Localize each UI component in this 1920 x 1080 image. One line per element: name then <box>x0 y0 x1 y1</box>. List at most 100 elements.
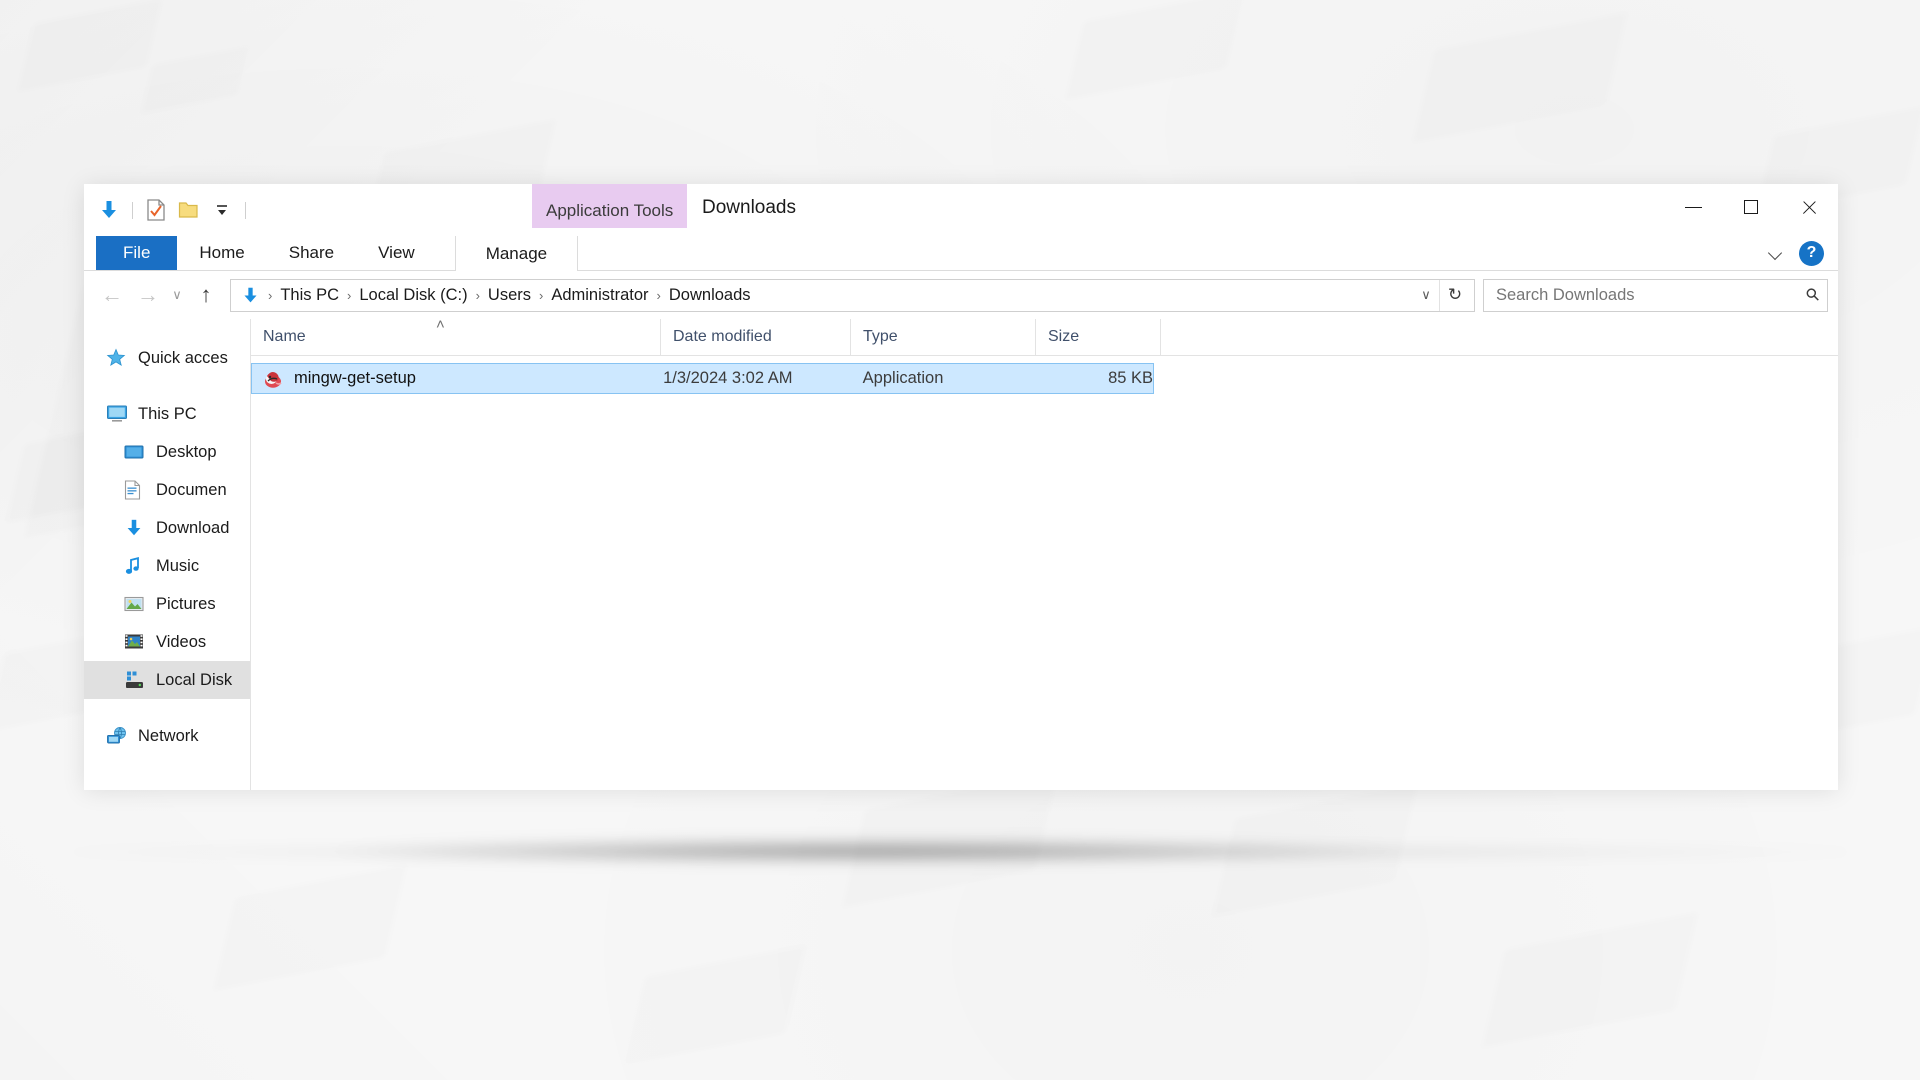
sidebar-item-label: Download <box>156 518 230 537</box>
close-button[interactable] <box>1780 184 1838 230</box>
maximize-button[interactable] <box>1722 184 1780 230</box>
help-button[interactable]: ? <box>1799 240 1824 266</box>
ribbon-tabs: File Home Share View Manage <box>96 236 579 271</box>
breadcrumb-separator-4[interactable]: › <box>654 288 664 303</box>
window-drop-shadow <box>330 838 1390 864</box>
refresh-button[interactable]: ↻ <box>1439 279 1470 311</box>
breadcrumb-item-downloads[interactable]: Downloads <box>664 286 756 305</box>
minimize-button[interactable] <box>1664 184 1722 230</box>
sidebar-item-desktop[interactable]: Desktop <box>84 433 250 471</box>
breadcrumb-item-administrator[interactable]: Administrator <box>546 286 653 305</box>
local-disk-icon <box>124 669 150 691</box>
navigation-pane: Quick acces This PC Desktop Documen Down… <box>84 319 251 790</box>
recent-locations-button[interactable]: ∨ <box>166 277 188 313</box>
pictures-icon <box>124 593 150 615</box>
up-arrow-icon: ↑ <box>200 282 212 307</box>
sidebar-item-documents[interactable]: Documen <box>84 471 250 509</box>
sidebar-item-label: Local Disk <box>156 670 233 689</box>
column-header-size-label: Size <box>1048 328 1080 345</box>
back-arrow-icon: ← <box>101 282 123 307</box>
sidebar-item-label: Quick acces <box>138 348 228 367</box>
tab-view[interactable]: View <box>356 236 437 270</box>
search-box[interactable]: Search Downloads ⚲ <box>1483 278 1828 312</box>
column-header-type-label: Type <box>863 328 898 345</box>
breadcrumb-separator-1[interactable]: › <box>344 288 354 303</box>
breadcrumb-item-users[interactable]: Users <box>483 286 536 305</box>
quick-access-toolbar <box>96 194 249 226</box>
ribbon-right-controls: ? <box>1767 236 1830 270</box>
column-header-date-label: Date modified <box>673 328 772 345</box>
tab-home-label: Home <box>199 243 245 262</box>
address-breadcrumb-bar[interactable]: › This PC › Local Disk (C:) › Users › Ad… <box>230 278 1475 312</box>
back-button[interactable]: ← <box>94 277 130 313</box>
breadcrumb-separator-0: › <box>268 287 273 303</box>
address-dropdown-button[interactable]: ∨ <box>1413 280 1439 311</box>
forward-arrow-icon: → <box>137 282 159 307</box>
tab-share-label: Share <box>288 243 335 262</box>
contextual-tab-application-tools[interactable]: Application Tools <box>532 184 688 228</box>
sidebar-item-videos[interactable]: Videos <box>84 623 250 661</box>
tab-manage[interactable]: Manage <box>454 236 579 271</box>
sidebar-gap-2 <box>84 699 250 717</box>
music-icon <box>124 555 150 577</box>
breadcrumb-separator-2[interactable]: › <box>473 288 483 303</box>
table-row[interactable]: mingw-get-setup 1/3/2024 3:02 AM Applica… <box>251 363 1154 394</box>
sidebar-item-network[interactable]: Network <box>84 717 250 755</box>
maximize-icon <box>1744 200 1758 214</box>
sidebar-item-label: Documen <box>156 480 227 499</box>
sidebar-item-this-pc[interactable]: This PC <box>84 395 250 433</box>
sidebar-item-music[interactable]: Music <box>84 547 250 585</box>
tab-file-label: File <box>123 243 151 262</box>
forward-button[interactable]: → <box>130 277 166 313</box>
sidebar-item-label: Videos <box>156 632 207 651</box>
column-header-size[interactable]: Size <box>1036 319 1161 355</box>
tab-file[interactable]: File <box>96 236 178 270</box>
breadcrumb-separator-3[interactable]: › <box>536 288 546 303</box>
chevron-down-icon[interactable] <box>1767 244 1785 262</box>
minimize-icon <box>1684 206 1702 208</box>
mingw-application-icon <box>262 367 286 391</box>
monitor-icon <box>106 403 132 425</box>
desktop-icon <box>124 441 150 463</box>
column-header-type[interactable]: Type <box>851 319 1036 355</box>
qat-divider-2 <box>245 201 246 219</box>
file-name-cell: mingw-get-setup <box>252 367 661 391</box>
sidebar-item-downloads[interactable]: Download <box>84 509 250 547</box>
sidebar-item-label: Music <box>156 556 200 575</box>
tab-share[interactable]: Share <box>267 236 356 270</box>
search-input[interactable]: Search Downloads <box>1496 286 1807 305</box>
sidebar-gap-1 <box>84 377 250 395</box>
qat-divider-1 <box>132 201 133 219</box>
network-icon <box>106 725 132 747</box>
sidebar-item-label: This PC <box>138 404 197 423</box>
ribbon-tab-strip: File Home Share View Manage ? <box>84 236 1838 271</box>
sidebar-item-label: Desktop <box>156 442 217 461</box>
column-header-name[interactable]: Name ˄ <box>251 316 661 355</box>
downloads-location-icon <box>231 286 265 305</box>
column-header-name-label: Name <box>263 328 306 345</box>
file-type-cell: Application <box>862 369 944 387</box>
breadcrumb-item-this-pc[interactable]: This PC <box>275 286 344 305</box>
sidebar-item-pictures[interactable]: Pictures <box>84 585 250 623</box>
sidebar-item-label: Network <box>138 726 199 745</box>
documents-icon <box>124 479 150 501</box>
tab-home[interactable]: Home <box>177 236 266 270</box>
star-icon <box>106 347 132 369</box>
videos-icon <box>124 631 150 653</box>
downloads-folder-icon[interactable] <box>96 197 122 223</box>
file-size-cell: 85 KB <box>1108 369 1154 387</box>
sidebar-item-quick-access[interactable]: Quick acces <box>84 339 250 377</box>
tab-view-label: View <box>378 243 415 262</box>
new-folder-icon[interactable] <box>176 197 202 223</box>
breadcrumb-item-local-disk-c[interactable]: Local Disk (C:) <box>354 286 472 305</box>
address-bar-row: ← → ∨ ↑ › This PC › Local Disk (C:) › Us… <box>84 271 1838 319</box>
column-headers: Name ˄ Date modified Type Size <box>251 316 1838 356</box>
up-button[interactable]: ↑ <box>188 277 224 313</box>
customize-dropdown-icon[interactable] <box>209 197 235 223</box>
sidebar-item-local-disk[interactable]: Local Disk <box>84 661 250 699</box>
column-header-date-modified[interactable]: Date modified <box>661 319 851 355</box>
window-title: Downloads <box>702 197 796 218</box>
tab-manage-label: Manage <box>485 243 548 263</box>
properties-icon[interactable] <box>143 197 169 223</box>
file-name-label: mingw-get-setup <box>294 369 416 387</box>
